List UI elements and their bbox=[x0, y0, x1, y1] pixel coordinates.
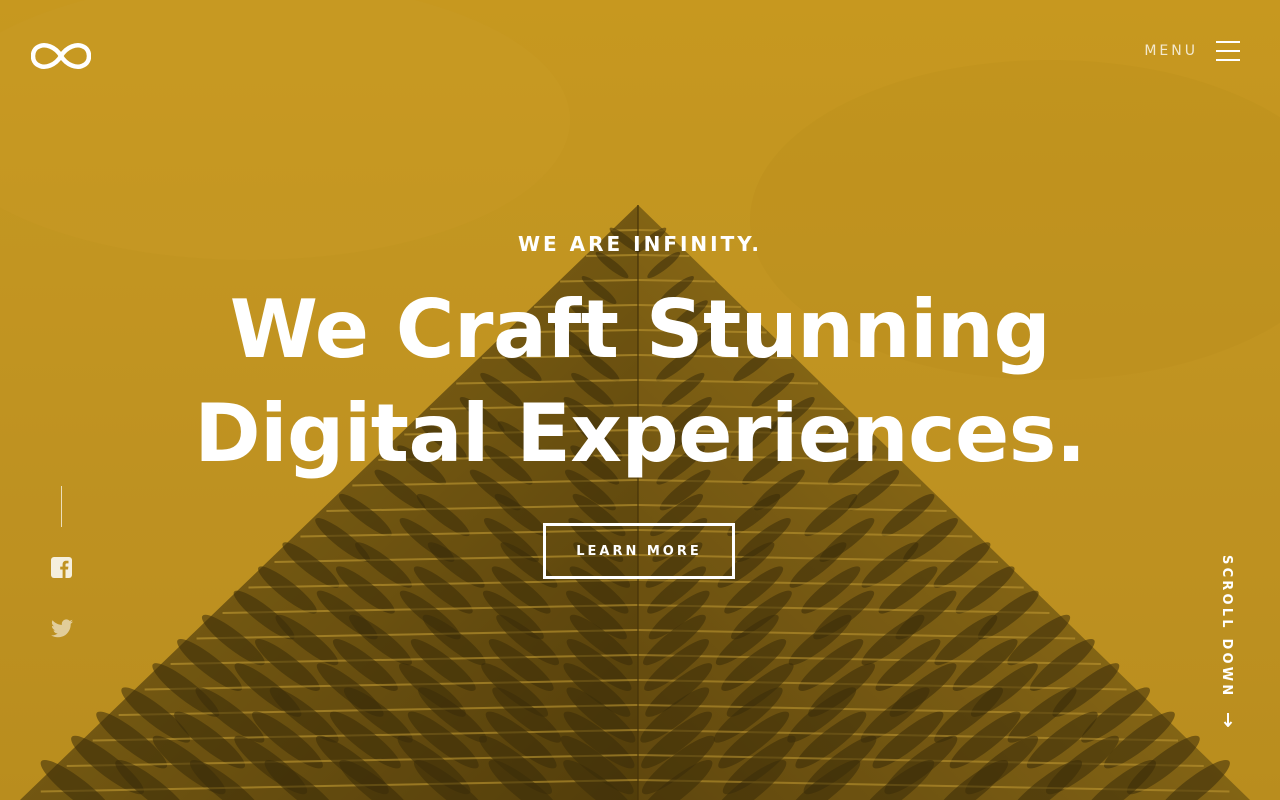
infinity-logo-icon[interactable] bbox=[31, 40, 91, 72]
hero-headline: We Craft Stunning Digital Experiences. bbox=[0, 278, 1280, 486]
facebook-icon[interactable] bbox=[51, 557, 72, 578]
menu-toggle[interactable]: MENU bbox=[1144, 38, 1240, 64]
learn-more-button[interactable]: LEARN MORE bbox=[543, 523, 735, 579]
scroll-down-label: SCROLL DOWN bbox=[1219, 555, 1234, 699]
hero-section: MENU WE ARE INFINITY. We Craft Stunning … bbox=[0, 0, 1280, 800]
hero-headline-line-2: Digital Experiences. bbox=[194, 387, 1086, 480]
scroll-down-link[interactable]: SCROLL DOWN bbox=[1204, 555, 1252, 730]
hero-headline-line-1: We Craft Stunning bbox=[229, 283, 1051, 376]
hamburger-icon[interactable] bbox=[1216, 41, 1240, 61]
arrow-down-icon bbox=[1223, 713, 1233, 727]
menu-label: MENU bbox=[1144, 43, 1198, 59]
hero-content: WE ARE INFINITY. We Craft Stunning Digit… bbox=[0, 228, 1280, 486]
twitter-icon[interactable] bbox=[51, 619, 73, 638]
hero-eyebrow: WE ARE INFINITY. bbox=[517, 232, 763, 256]
social-divider bbox=[61, 486, 62, 527]
